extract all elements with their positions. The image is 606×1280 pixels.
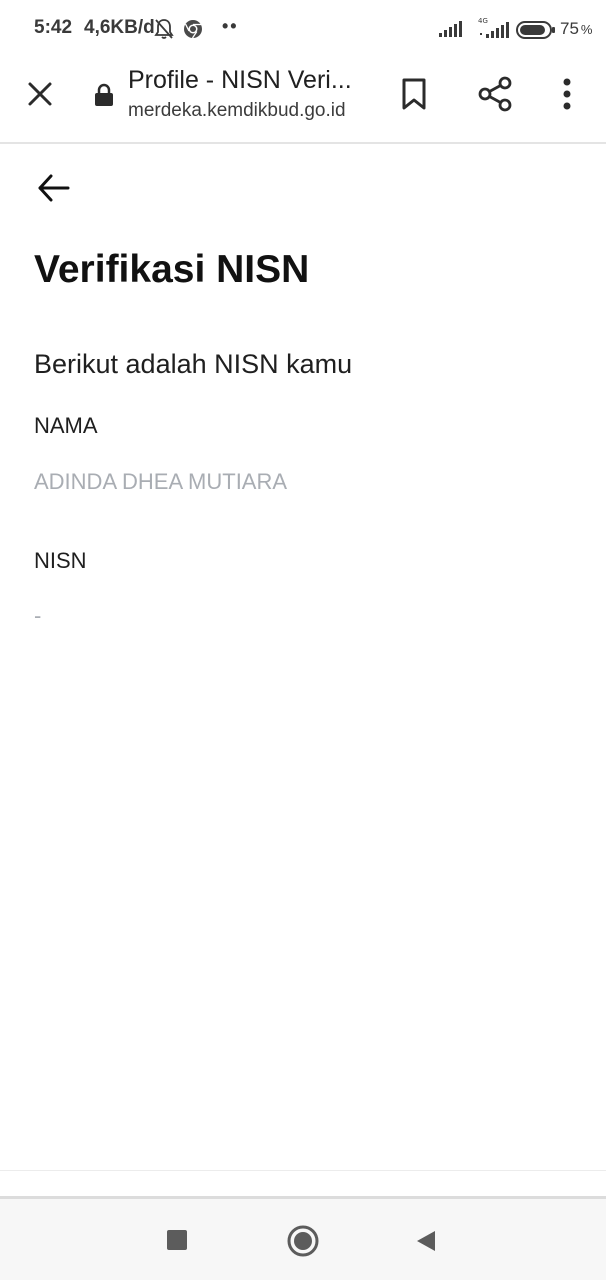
share-icon[interactable] <box>478 76 512 112</box>
signal-icon <box>438 20 464 43</box>
field-value-nisn: - <box>34 603 42 628</box>
battery-icon <box>516 20 556 45</box>
signal-4g-icon: 4G <box>478 16 510 45</box>
battery-level: 75% <box>560 19 592 39</box>
battery-unit: % <box>580 22 593 37</box>
recents-square-icon[interactable] <box>167 1230 187 1250</box>
more-vert-icon[interactable] <box>557 77 577 111</box>
lock-icon[interactable] <box>94 83 114 107</box>
system-nav-bar <box>0 1196 606 1280</box>
intro-text: Berikut adalah NISN kamu <box>34 349 353 379</box>
arrow-left-icon[interactable] <box>36 172 72 204</box>
tab-title[interactable]: Profile - NISN Veri... <box>128 66 368 95</box>
notification-dots: •• <box>222 16 239 36</box>
screen: 5:42 4,6KB/d •• 4G 75 % Profile - NISN V… <box>0 0 606 1280</box>
field-value-nama: ADINDA DHEA MUTIARA <box>34 469 288 494</box>
url-text[interactable]: merdeka.kemdikbud.go.id <box>128 100 346 122</box>
bookmark-icon[interactable] <box>400 77 428 111</box>
chrome-icon <box>183 19 203 44</box>
back-triangle-icon[interactable] <box>415 1229 437 1253</box>
status-time: 5:42 <box>34 17 73 38</box>
home-circle-icon[interactable] <box>286 1224 320 1258</box>
field-label-nisn: NISN <box>34 548 87 573</box>
status-net-speed: 4,6KB/d <box>84 17 155 38</box>
close-icon[interactable] <box>26 80 54 108</box>
network-type-text: 4G <box>478 17 488 25</box>
field-label-nama: NAMA <box>34 413 98 438</box>
page-title: Verifikasi NISN <box>34 248 310 291</box>
bottom-divider <box>0 1170 606 1171</box>
battery-level-value: 75 <box>560 19 579 38</box>
bell-off-icon <box>154 18 174 45</box>
status-bar: 5:42 4,6KB/d •• 4G 75 % <box>0 0 606 60</box>
browser-toolbar: Profile - NISN Veri... merdeka.kemdikbud… <box>0 60 606 144</box>
